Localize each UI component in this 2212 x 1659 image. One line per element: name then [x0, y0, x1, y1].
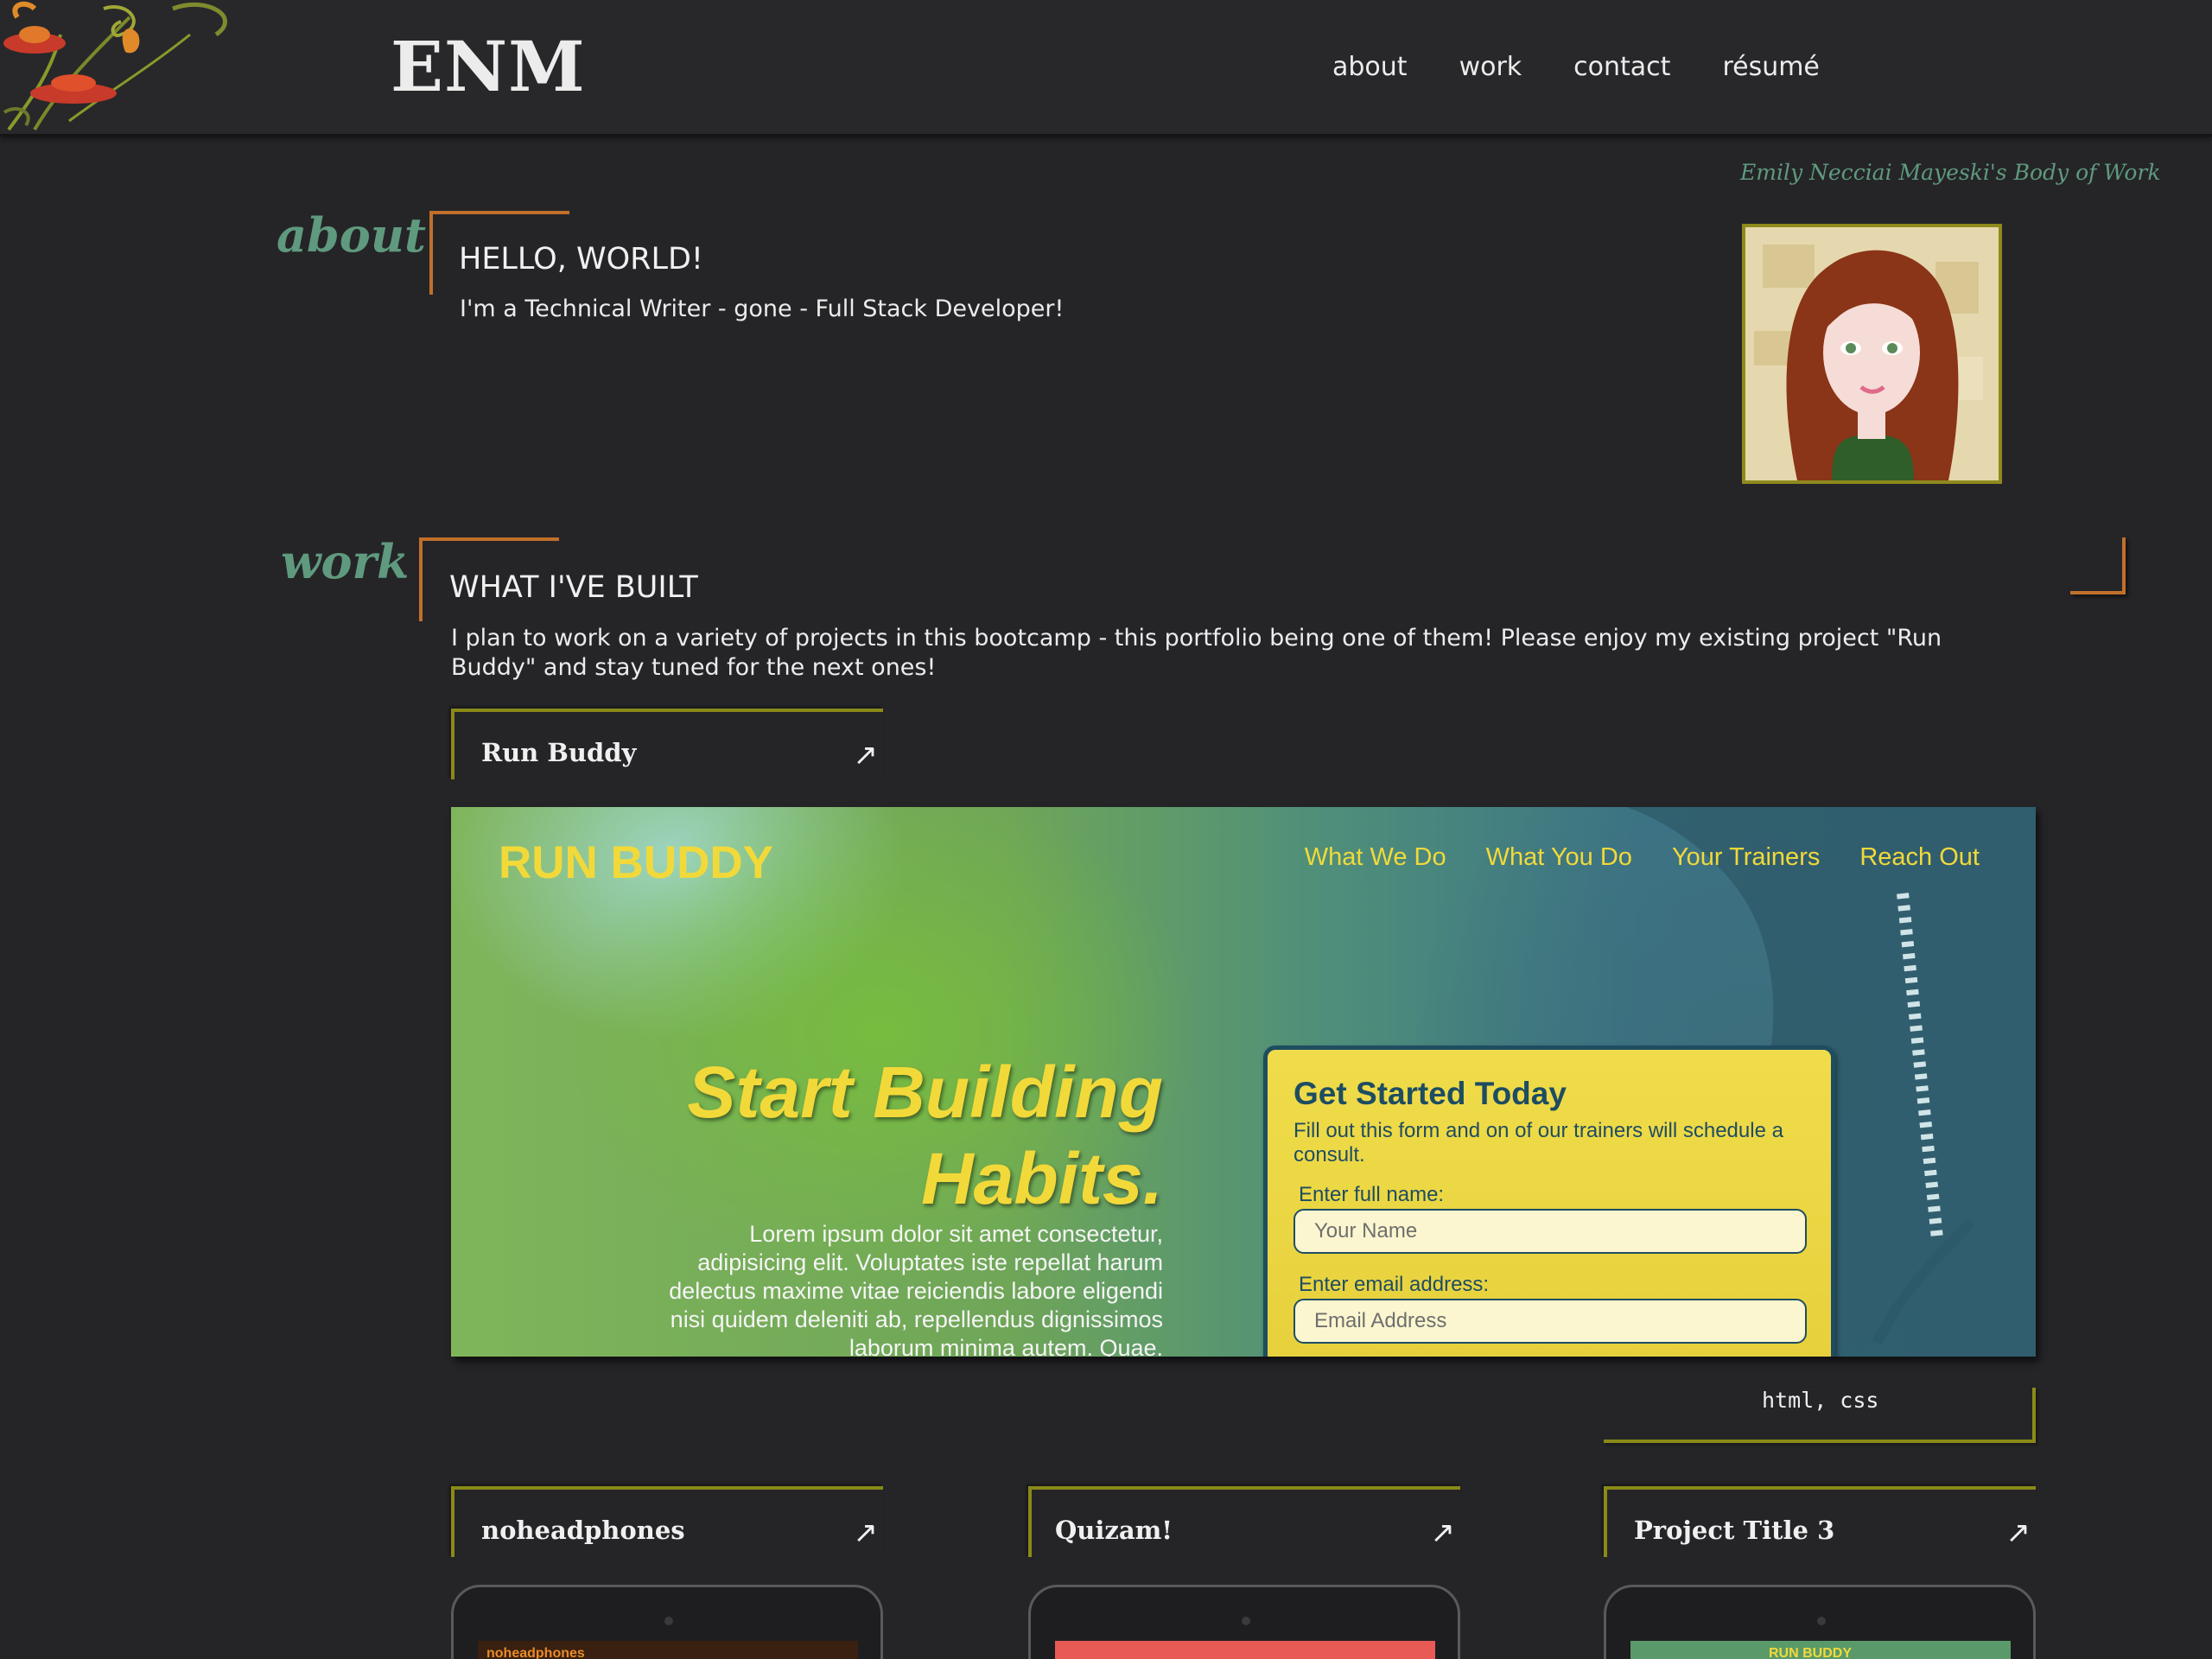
about-heading: HELLO, WORLD!: [459, 242, 703, 276]
camera-icon: [1817, 1617, 1826, 1625]
tagline: Emily Necciai Mayeski's Body of Work: [1740, 160, 2161, 185]
run-buddy-nav-item: What You Do: [1485, 843, 1632, 871]
avatar-portrait-icon: [1745, 227, 1999, 480]
site-logo[interactable]: ENM: [391, 26, 586, 107]
project-card-title-noheadphones[interactable]: noheadphones ↗: [451, 1486, 883, 1557]
thumbnail-screen: noheadphones: [478, 1641, 858, 1659]
project-title: noheadphones: [481, 1516, 685, 1545]
project-thumbnail-noheadphones[interactable]: noheadphones: [451, 1585, 883, 1659]
project-card-title-run-buddy[interactable]: Run Buddy ↗: [451, 709, 883, 779]
camera-icon: [1242, 1617, 1250, 1625]
external-link-icon[interactable]: ↗: [854, 1516, 879, 1550]
work-corner-frame-right: [2070, 537, 2126, 594]
thumbnail-screen: RUN BUDDY: [1630, 1641, 2011, 1659]
tags-text: html, css: [1762, 1388, 1879, 1413]
run-buddy-nav: What We Do What You Do Your Trainers Rea…: [1305, 843, 1980, 872]
project-title: Run Buddy: [481, 738, 637, 767]
external-link-icon[interactable]: ↗: [1431, 1516, 1456, 1550]
name-label: Enter full name:: [1299, 1183, 1445, 1206]
project-thumbnail-3[interactable]: RUN BUDDY: [1604, 1585, 2036, 1659]
email-label: Enter email address:: [1299, 1273, 1490, 1296]
avatar: [1742, 224, 2002, 484]
nav-link-resume[interactable]: résumé: [1722, 52, 1819, 82]
nav-link-work[interactable]: work: [1459, 52, 1522, 82]
run-buddy-preview-image[interactable]: RUN BUDDY What We Do What You Do Your Tr…: [451, 807, 2036, 1357]
run-buddy-signup-form: Get Started Today Fill out this form and…: [1263, 1046, 1835, 1357]
work-heading: WHAT I'VE BUILT: [449, 570, 698, 605]
floral-decoration-icon: [3, 1, 227, 131]
external-link-icon[interactable]: ↗: [2006, 1516, 2031, 1550]
run-buddy-nav-item: Your Trainers: [1671, 843, 1821, 871]
project-thumbnail-quizam[interactable]: [1028, 1585, 1460, 1659]
nav-link-contact[interactable]: contact: [1573, 52, 1670, 82]
about-section-label: about: [276, 207, 426, 263]
project-title: Quizam!: [1055, 1516, 1173, 1545]
work-text: I plan to work on a variety of projects …: [451, 625, 1942, 681]
form-title: Get Started Today: [1294, 1076, 1567, 1111]
thumbnail-screen: [1055, 1641, 1435, 1659]
run-buddy-nav-item: Reach Out: [1859, 843, 1980, 871]
nav-link-about[interactable]: about: [1332, 52, 1408, 82]
about-text: I'm a Technical Writer - gone - Full Sta…: [460, 296, 1065, 322]
camera-icon: [664, 1617, 673, 1625]
run-buddy-nav-item: What We Do: [1304, 843, 1446, 871]
main-nav: about work contact résumé: [1332, 52, 1820, 82]
external-link-icon[interactable]: ↗: [854, 738, 879, 772]
name-input: Your Name: [1294, 1209, 1807, 1254]
site-header: ENM about work contact résumé: [0, 0, 2212, 137]
run-buddy-hero-line: Start Building: [687, 1052, 1163, 1133]
work-section-label: work: [281, 534, 410, 589]
project-card-title-3[interactable]: Project Title 3 ↗: [1604, 1486, 2036, 1557]
thumbnail-text: noheadphones: [486, 1646, 585, 1659]
thumbnail-text: RUN BUDDY: [1769, 1646, 1852, 1659]
run-buddy-logo: RUN BUDDY: [499, 837, 773, 888]
email-input: Email Address: [1294, 1299, 1807, 1344]
project-tags: html, css: [1604, 1388, 2036, 1443]
project-card-title-quizam[interactable]: Quizam! ↗: [1028, 1486, 1460, 1557]
run-buddy-hero-line: Habits.: [920, 1138, 1163, 1219]
run-buddy-hero-text: Lorem ipsum dolor sit amet consectetur, …: [669, 1221, 1163, 1357]
project-title: Project Title 3: [1634, 1516, 1835, 1545]
run-buddy-hero: Start Building Habits.: [687, 1049, 1163, 1222]
form-description: Fill out this form and on of our trainer…: [1294, 1119, 1783, 1166]
